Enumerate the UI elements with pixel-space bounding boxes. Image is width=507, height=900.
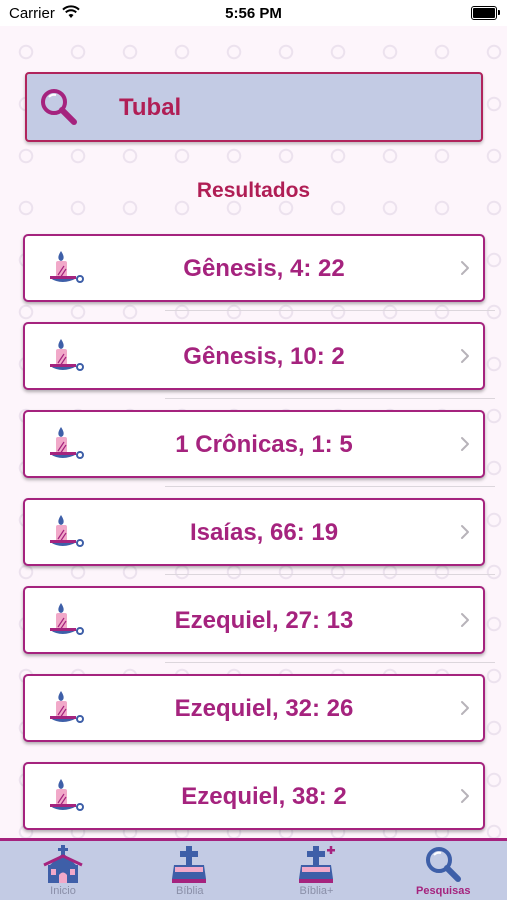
result-row[interactable]: Isaías, 66: 19: [23, 498, 485, 566]
result-row[interactable]: Gênesis, 10: 2: [23, 322, 485, 390]
row-divider: [165, 574, 495, 575]
candle-icon: [47, 777, 87, 817]
search-field[interactable]: Tubal: [25, 72, 483, 142]
candle-icon: [47, 513, 87, 553]
candle-icon: [47, 425, 87, 465]
result-row[interactable]: Ezequiel, 27: 13: [23, 586, 485, 654]
chevron-right-icon: [459, 522, 471, 542]
candle-icon: [47, 337, 87, 377]
tab-bar: Inicio Bíblia Bíblia+ Pesquisas: [0, 838, 507, 900]
candle-icon: [47, 689, 87, 729]
tab-biblia-plus[interactable]: Bíblia+: [254, 841, 380, 900]
tab-label: Bíblia+: [299, 885, 334, 897]
tab-inicio[interactable]: Inicio: [0, 841, 126, 900]
clock: 5:56 PM: [225, 5, 282, 22]
tab-label: Inicio: [50, 885, 76, 897]
chevron-right-icon: [459, 786, 471, 806]
chevron-right-icon: [459, 346, 471, 366]
results-heading: Resultados: [196, 179, 311, 202]
result-reference[interactable]: Isaías, 66: 19: [85, 519, 443, 547]
result-row[interactable]: Gênesis, 4: 22: [23, 234, 485, 302]
result-reference[interactable]: Gênesis, 4: 22: [85, 255, 443, 283]
chevron-right-icon: [459, 258, 471, 278]
search-results-screen: Tubal Resultados Gênesis, 4: 22 Gênesis, …: [0, 26, 507, 838]
battery-icon: [471, 6, 500, 20]
search-term[interactable]: Tubal: [119, 94, 181, 122]
bible-icon: [169, 845, 211, 885]
result-reference[interactable]: Ezequiel, 32: 26: [85, 695, 443, 723]
search-icon[interactable]: [39, 87, 79, 127]
tab-pesquisas[interactable]: Pesquisas: [380, 841, 506, 900]
result-row[interactable]: 1 Crônicas, 1: 5: [23, 410, 485, 478]
result-reference[interactable]: Ezequiel, 27: 13: [85, 607, 443, 635]
result-row[interactable]: Ezequiel, 32: 26: [23, 674, 485, 742]
chevron-right-icon: [459, 610, 471, 630]
tab-biblia[interactable]: Bíblia: [127, 841, 253, 900]
result-reference[interactable]: 1 Crônicas, 1: 5: [85, 431, 443, 459]
result-reference[interactable]: Gênesis, 10: 2: [85, 343, 443, 371]
candle-icon: [47, 601, 87, 641]
result-row[interactable]: Ezequiel, 38: 2: [23, 762, 485, 830]
tab-label: Pesquisas: [416, 885, 471, 897]
row-divider: [165, 398, 495, 399]
row-divider: [165, 662, 495, 663]
row-divider: [165, 310, 495, 311]
church-icon: [42, 845, 84, 885]
row-divider: [165, 486, 495, 487]
chevron-right-icon: [459, 698, 471, 718]
tab-label: Bíblia: [175, 885, 204, 897]
bible-plus-icon: [296, 845, 338, 885]
chevron-right-icon: [459, 434, 471, 454]
result-reference[interactable]: Ezequiel, 38: 2: [85, 783, 443, 811]
status-bar: Carrier 5:56 PM: [0, 0, 507, 26]
candle-icon: [47, 249, 87, 289]
search-icon: [422, 845, 464, 885]
